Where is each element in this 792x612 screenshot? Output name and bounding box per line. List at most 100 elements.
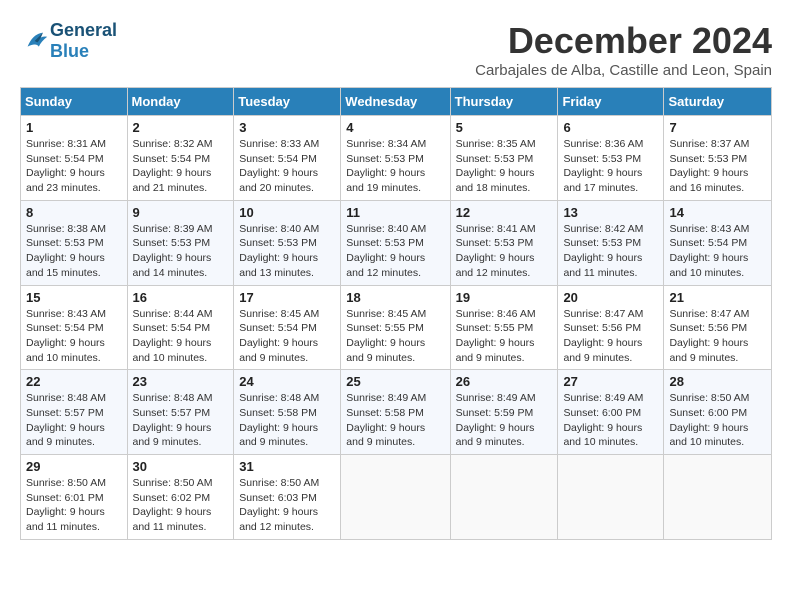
- day-number: 29: [26, 459, 122, 474]
- calendar-cell: 17 Sunrise: 8:45 AMSunset: 5:54 PMDayligh…: [234, 285, 341, 370]
- day-info: Sunrise: 8:31 AMSunset: 5:54 PMDaylight:…: [26, 137, 122, 196]
- logo-blue-text: Blue: [50, 41, 89, 61]
- day-number: 6: [563, 120, 658, 135]
- day-number: 8: [26, 205, 122, 220]
- day-info: Sunrise: 8:48 AMSunset: 5:57 PMDaylight:…: [133, 391, 229, 450]
- calendar-cell: [558, 455, 664, 540]
- calendar-week-row: 15 Sunrise: 8:43 AMSunset: 5:54 PMDayligh…: [21, 285, 772, 370]
- day-number: 7: [669, 120, 766, 135]
- day-info: Sunrise: 8:42 AMSunset: 5:53 PMDaylight:…: [563, 222, 658, 281]
- title-block: December 2024 Carbajales de Alba, Castil…: [475, 20, 772, 79]
- day-info: Sunrise: 8:49 AMSunset: 5:58 PMDaylight:…: [346, 391, 444, 450]
- calendar-cell: 23Sunrise: 8:48 AMSunset: 5:57 PMDayligh…: [127, 370, 234, 455]
- calendar-cell: [341, 455, 450, 540]
- calendar-cell: [664, 455, 772, 540]
- day-number: 18: [346, 290, 444, 305]
- calendar-cell: 29 Sunrise: 8:50 AMSunset: 6:01 PMDayligh…: [21, 455, 128, 540]
- day-info: Sunrise: 8:38 AMSunset: 5:53 PMDaylight:…: [26, 222, 122, 281]
- day-info: Sunrise: 8:48 AMSunset: 5:57 PMDaylight:…: [26, 391, 122, 450]
- day-info: Sunrise: 8:44 AMSunset: 5:54 PMDaylight:…: [133, 307, 229, 366]
- day-info: Sunrise: 8:39 AMSunset: 5:53 PMDaylight:…: [133, 222, 229, 281]
- day-number: 16: [133, 290, 229, 305]
- column-header-tuesday: Tuesday: [234, 88, 341, 116]
- calendar-cell: 30Sunrise: 8:50 AMSunset: 6:02 PMDayligh…: [127, 455, 234, 540]
- day-number: 31: [239, 459, 335, 474]
- day-info: Sunrise: 8:41 AMSunset: 5:53 PMDaylight:…: [456, 222, 553, 281]
- column-header-thursday: Thursday: [450, 88, 558, 116]
- logo-bird-icon: [22, 27, 50, 55]
- column-header-wednesday: Wednesday: [341, 88, 450, 116]
- column-header-monday: Monday: [127, 88, 234, 116]
- calendar-cell: 16 Sunrise: 8:44 AMSunset: 5:54 PMDayligh…: [127, 285, 234, 370]
- calendar-cell: 5 Sunrise: 8:35 AMSunset: 5:53 PMDaylight…: [450, 116, 558, 201]
- day-number: 11: [346, 205, 444, 220]
- day-number: 1: [26, 120, 122, 135]
- day-number: 2: [133, 120, 229, 135]
- day-info: Sunrise: 8:40 AMSunset: 5:53 PMDaylight:…: [346, 222, 444, 281]
- day-number: 14: [669, 205, 766, 220]
- day-info: Sunrise: 8:47 AMSunset: 5:56 PMDaylight:…: [669, 307, 766, 366]
- page-header: General Blue December 2024 Carbajales de…: [20, 20, 772, 79]
- day-number: 28: [669, 374, 766, 389]
- day-number: 15: [26, 290, 122, 305]
- column-header-sunday: Sunday: [21, 88, 128, 116]
- day-number: 30: [133, 459, 229, 474]
- calendar-cell: 9 Sunrise: 8:39 AMSunset: 5:53 PMDaylight…: [127, 200, 234, 285]
- calendar-cell: 21 Sunrise: 8:47 AMSunset: 5:56 PMDayligh…: [664, 285, 772, 370]
- calendar-cell: 7Sunrise: 8:37 AMSunset: 5:53 PMDaylight…: [664, 116, 772, 201]
- calendar-cell: 6 Sunrise: 8:36 AMSunset: 5:53 PMDaylight…: [558, 116, 664, 201]
- day-number: 12: [456, 205, 553, 220]
- day-number: 26: [456, 374, 553, 389]
- column-header-saturday: Saturday: [664, 88, 772, 116]
- day-info: Sunrise: 8:40 AMSunset: 5:53 PMDaylight:…: [239, 222, 335, 281]
- location-title: Carbajales de Alba, Castille and Leon, S…: [475, 62, 772, 79]
- calendar-cell: 1 Sunrise: 8:31 AMSunset: 5:54 PMDaylight…: [21, 116, 128, 201]
- calendar-cell: 24 Sunrise: 8:48 AMSunset: 5:58 PMDayligh…: [234, 370, 341, 455]
- day-info: Sunrise: 8:47 AMSunset: 5:56 PMDaylight:…: [563, 307, 658, 366]
- day-number: 9: [133, 205, 229, 220]
- day-number: 25: [346, 374, 444, 389]
- day-info: Sunrise: 8:50 AMSunset: 6:03 PMDaylight:…: [239, 476, 335, 535]
- day-info: Sunrise: 8:36 AMSunset: 5:53 PMDaylight:…: [563, 137, 658, 196]
- calendar-week-row: 22 Sunrise: 8:48 AMSunset: 5:57 PMDayligh…: [21, 370, 772, 455]
- day-info: Sunrise: 8:48 AMSunset: 5:58 PMDaylight:…: [239, 391, 335, 450]
- day-info: Sunrise: 8:43 AMSunset: 5:54 PMDaylight:…: [669, 222, 766, 281]
- logo: General Blue: [20, 20, 117, 62]
- day-info: Sunrise: 8:34 AMSunset: 5:53 PMDaylight:…: [346, 137, 444, 196]
- calendar-cell: 18Sunrise: 8:45 AMSunset: 5:55 PMDayligh…: [341, 285, 450, 370]
- calendar-cell: 20Sunrise: 8:47 AMSunset: 5:56 PMDayligh…: [558, 285, 664, 370]
- calendar-cell: 14 Sunrise: 8:43 AMSunset: 5:54 PMDayligh…: [664, 200, 772, 285]
- calendar-cell: 25 Sunrise: 8:49 AMSunset: 5:58 PMDayligh…: [341, 370, 450, 455]
- day-info: Sunrise: 8:50 AMSunset: 6:01 PMDaylight:…: [26, 476, 122, 535]
- day-info: Sunrise: 8:49 AMSunset: 5:59 PMDaylight:…: [456, 391, 553, 450]
- calendar-cell: 31 Sunrise: 8:50 AMSunset: 6:03 PMDayligh…: [234, 455, 341, 540]
- calendar-cell: [450, 455, 558, 540]
- day-number: 22: [26, 374, 122, 389]
- calendar-body: 1 Sunrise: 8:31 AMSunset: 5:54 PMDaylight…: [21, 116, 772, 540]
- day-number: 27: [563, 374, 658, 389]
- day-number: 3: [239, 120, 335, 135]
- month-title: December 2024: [475, 20, 772, 62]
- day-number: 5: [456, 120, 553, 135]
- day-info: Sunrise: 8:35 AMSunset: 5:53 PMDaylight:…: [456, 137, 553, 196]
- day-number: 19: [456, 290, 553, 305]
- day-info: Sunrise: 8:46 AMSunset: 5:55 PMDaylight:…: [456, 307, 553, 366]
- calendar-header-row: SundayMondayTuesdayWednesdayThursdayFrid…: [21, 88, 772, 116]
- calendar-week-row: 8 Sunrise: 8:38 AMSunset: 5:53 PMDaylight…: [21, 200, 772, 285]
- day-number: 24: [239, 374, 335, 389]
- calendar-cell: 4 Sunrise: 8:34 AMSunset: 5:53 PMDaylight…: [341, 116, 450, 201]
- calendar-cell: 8 Sunrise: 8:38 AMSunset: 5:53 PMDaylight…: [21, 200, 128, 285]
- calendar-cell: 28Sunrise: 8:50 AMSunset: 6:00 PMDayligh…: [664, 370, 772, 455]
- day-info: Sunrise: 8:45 AMSunset: 5:54 PMDaylight:…: [239, 307, 335, 366]
- day-info: Sunrise: 8:32 AMSunset: 5:54 PMDaylight:…: [133, 137, 229, 196]
- day-number: 17: [239, 290, 335, 305]
- day-number: 21: [669, 290, 766, 305]
- day-number: 4: [346, 120, 444, 135]
- day-info: Sunrise: 8:43 AMSunset: 5:54 PMDaylight:…: [26, 307, 122, 366]
- calendar-cell: 12 Sunrise: 8:41 AMSunset: 5:53 PMDayligh…: [450, 200, 558, 285]
- day-number: 10: [239, 205, 335, 220]
- calendar-cell: 15 Sunrise: 8:43 AMSunset: 5:54 PMDayligh…: [21, 285, 128, 370]
- logo-general-text: General: [50, 20, 117, 40]
- calendar-cell: 10 Sunrise: 8:40 AMSunset: 5:53 PMDayligh…: [234, 200, 341, 285]
- calendar-cell: 13Sunrise: 8:42 AMSunset: 5:53 PMDayligh…: [558, 200, 664, 285]
